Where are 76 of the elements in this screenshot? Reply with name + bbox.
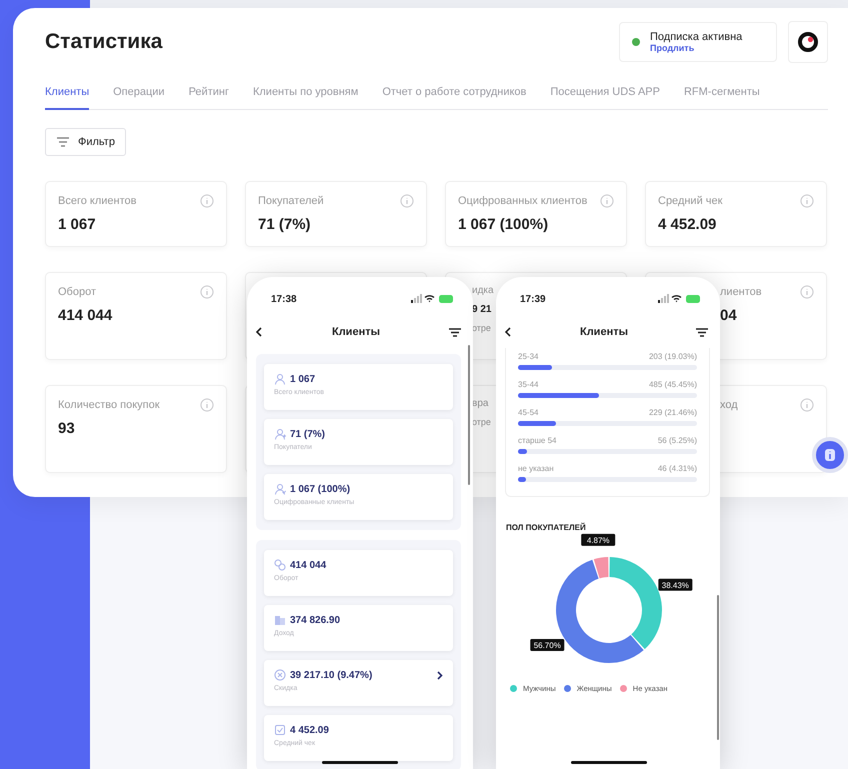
- stat-value: 414 044: [58, 307, 112, 324]
- stat-label: ход: [720, 399, 738, 411]
- screen-title: Клиенты: [580, 326, 628, 338]
- filter-icon[interactable]: [696, 328, 708, 336]
- checkbox-icon: [274, 724, 286, 736]
- subscription-status: Подписка активна: [650, 31, 742, 43]
- person-icon: [274, 428, 286, 440]
- stat-value: 1 067 (100%): [458, 216, 548, 233]
- documents-icon: [274, 614, 286, 626]
- stat-value: 71 (7%): [258, 216, 311, 233]
- metric-value: 39 217.10 (9.47%): [290, 670, 372, 680]
- info-icon[interactable]: [800, 194, 814, 208]
- value-label: 38.43%: [658, 578, 692, 591]
- screen-title: Клиенты: [332, 326, 380, 338]
- person-icon: [274, 373, 286, 385]
- age-label: 35-44: [518, 380, 538, 389]
- ring-logo-icon: [797, 31, 819, 53]
- metric-value: 1 067: [290, 374, 316, 384]
- info-icon[interactable]: [600, 194, 614, 208]
- value-label: 56.70%: [530, 639, 564, 652]
- stat-note: отре: [472, 417, 491, 427]
- stat-label: Средний чек: [658, 195, 722, 207]
- coins-icon: [274, 559, 286, 571]
- stat-value: 93: [58, 420, 75, 437]
- person-icon: [274, 483, 286, 495]
- metric-value: 374 826.90: [290, 614, 340, 626]
- age-label: не указан: [518, 464, 554, 473]
- age-label: 45-54: [518, 408, 538, 417]
- tab[interactable]: Клиенты: [45, 78, 90, 110]
- page-title: Статистика: [45, 30, 164, 54]
- status-time: 17:38: [271, 294, 297, 304]
- metric-value: 1 067 (100%): [290, 484, 350, 494]
- age-reading: 46 (4.31%): [658, 464, 697, 473]
- stat-label: Оборот: [58, 286, 96, 298]
- info-icon[interactable]: [800, 285, 814, 299]
- data-label: 38.43%: [662, 580, 689, 590]
- info-icon[interactable]: [800, 398, 814, 412]
- metric-value: 414 044: [290, 560, 326, 570]
- value-label: 4.87%: [581, 534, 616, 546]
- data-label: 4.87%: [586, 536, 610, 545]
- metric-value: 4 452.09: [290, 724, 329, 736]
- stat-label: лиентов: [720, 286, 762, 298]
- filter-button[interactable]: Фильтр: [45, 128, 126, 156]
- stat-value: 1 067: [58, 216, 96, 233]
- stat-label: Оцифрованных клиентов: [458, 195, 588, 207]
- back-icon[interactable]: [255, 327, 263, 337]
- back-icon[interactable]: [504, 327, 512, 337]
- age-reading: 485 (45.45%): [648, 380, 697, 389]
- age-label: 25-34: [518, 352, 538, 361]
- metric-value: 71 (7%): [290, 428, 326, 440]
- stat-label: Количество покупок: [58, 399, 160, 411]
- status-icons: [411, 294, 455, 304]
- stat-label: Покупателей: [258, 195, 324, 207]
- stat-label: Всего клиентов: [58, 195, 136, 207]
- discount-icon: [274, 669, 286, 681]
- age-reading: 56 (5.25%): [658, 436, 697, 445]
- info-icon[interactable]: [400, 194, 414, 208]
- age-label: старше 54: [518, 436, 556, 445]
- age-reading: 229 (21.46%): [648, 408, 697, 417]
- filter-icon[interactable]: [448, 328, 461, 336]
- stat-value: 04: [720, 307, 737, 324]
- age-reading: 203 (19.03%): [648, 352, 697, 361]
- profile-button[interactable]: [788, 21, 828, 63]
- info-icon[interactable]: [200, 285, 214, 299]
- info-icon: [825, 449, 835, 461]
- data-label: 56.70%: [534, 641, 561, 650]
- info-icon[interactable]: [200, 194, 214, 208]
- stat-value: 4 452.09: [658, 216, 716, 233]
- status-time: 17:39: [520, 294, 546, 304]
- info-icon[interactable]: [200, 398, 214, 412]
- renew-link[interactable]: Продлить: [650, 43, 742, 53]
- stat-label: идка: [472, 285, 494, 296]
- status-icons: [658, 294, 702, 304]
- stat-note: отре: [472, 323, 491, 333]
- section-title: ПОЛ ПОКУПАТЕЛЕЙ: [506, 523, 587, 532]
- filter-icon: [56, 137, 70, 147]
